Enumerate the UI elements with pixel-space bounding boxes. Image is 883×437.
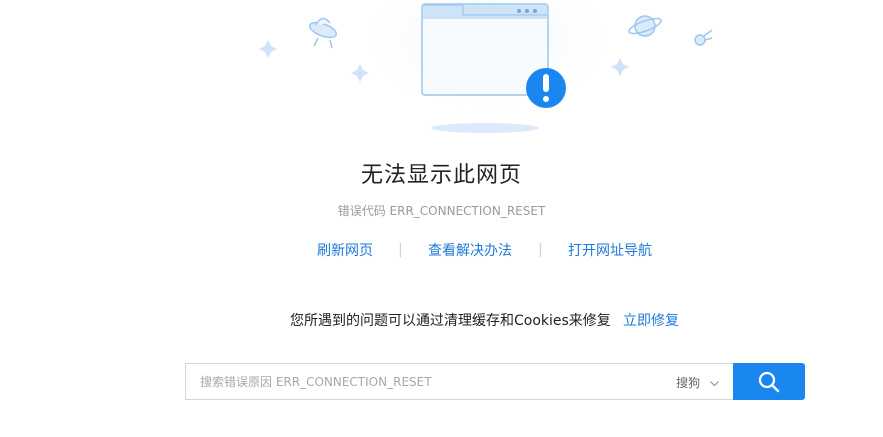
- planet-icon: [628, 15, 662, 37]
- action-links: 刷新网页 | 查看解决办法 | 打开网址导航: [0, 240, 883, 262]
- fix-now-link[interactable]: 立即修复: [623, 310, 679, 330]
- illustration-shadow: [431, 123, 539, 133]
- search-icon: [758, 371, 780, 393]
- fix-description: 您所遇到的问题可以通过清理缓存和Cookies来修复: [290, 313, 611, 329]
- error-code: 错误代码 ERR_CONNECTION_RESET: [337, 204, 546, 218]
- sparkle-icon: [259, 40, 277, 58]
- search-box: 搜狗: [185, 363, 733, 400]
- separator: |: [398, 242, 403, 258]
- ufo-icon: [308, 17, 338, 49]
- error-illustration: [259, 0, 713, 133]
- chevron-down-icon: [710, 376, 719, 390]
- engine-select[interactable]: 搜狗: [676, 374, 719, 391]
- separator: |: [538, 242, 543, 258]
- engine-label: 搜狗: [676, 376, 701, 390]
- alert-icon: [526, 68, 566, 108]
- search-button[interactable]: [733, 363, 805, 400]
- search-input[interactable]: [186, 364, 656, 399]
- view-solution-link[interactable]: 查看解决办法: [428, 240, 512, 260]
- page-title: 无法显示此网页: [360, 163, 522, 188]
- open-navigation-link[interactable]: 打开网址导航: [568, 240, 652, 260]
- comet-icon: [694, 29, 713, 46]
- refresh-link[interactable]: 刷新网页: [317, 240, 373, 260]
